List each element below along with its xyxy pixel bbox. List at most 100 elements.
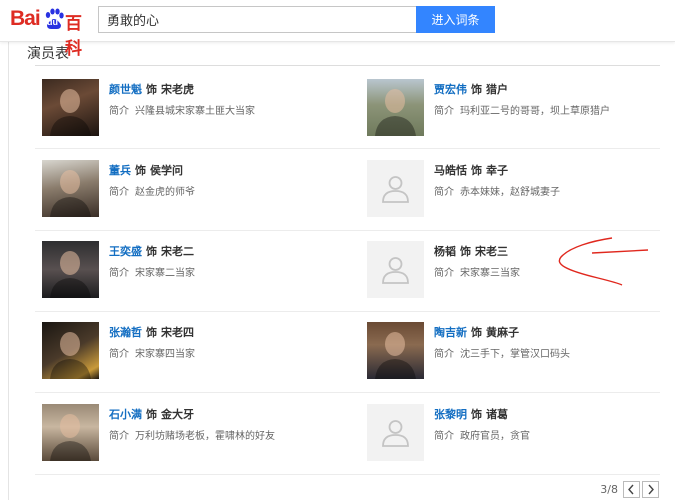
role-intro: 简介 宋家寨三当家 xyxy=(434,264,520,279)
row-divider xyxy=(35,311,660,312)
role-name: 宋老虎 xyxy=(161,83,194,96)
cast-card[interactable]: 颜世魁饰宋老虎简介 兴隆县城宋家寨土匪大当家 xyxy=(42,79,332,139)
row-divider xyxy=(35,392,660,393)
cast-card[interactable]: 张瀚哲饰宋老四 简介 宋家寨四当家 xyxy=(42,322,332,382)
intro-label: 简介 xyxy=(434,187,454,198)
role-intro: 简介 万利坊赌场老板，霍啸林的好友 xyxy=(109,427,275,442)
intro-text: 玛利亚二号的哥哥，坝上草原猎户 xyxy=(460,106,610,117)
as-label: 饰 xyxy=(146,83,157,96)
actor-name-link[interactable]: 石小满 xyxy=(109,408,142,421)
logo-baike: 百科 xyxy=(65,14,82,59)
actor-photo-figure xyxy=(50,89,91,136)
baidu-baike-logo[interactable]: Bai du 百科 xyxy=(10,6,92,59)
cast-card[interactable]: 陶吉新饰黄麻子简介 沈三手下，掌管汉口码头 xyxy=(367,322,657,382)
intro-text: 赤本妹妹，赵舒城妻子 xyxy=(460,187,560,198)
actor-photo-figure xyxy=(50,414,91,461)
actor-photo[interactable] xyxy=(42,160,99,217)
actor-name-link[interactable]: 张黎明 xyxy=(434,408,467,421)
intro-label: 简介 xyxy=(434,349,454,360)
actor-name: 杨韬 xyxy=(434,245,456,258)
actor-photo-placeholder[interactable] xyxy=(367,160,424,217)
actor-name-link[interactable]: 陶吉新 xyxy=(434,326,467,339)
actor-name-link[interactable]: 贾宏伟 xyxy=(434,83,467,96)
cast-card[interactable]: 贾宏伟饰猎户简介 玛利亚二号的哥哥，坝上草原猎户 xyxy=(367,79,657,139)
as-label: 饰 xyxy=(460,245,471,258)
as-label: 饰 xyxy=(146,326,157,339)
row-divider xyxy=(35,474,660,475)
actor-photo-figure xyxy=(50,251,91,298)
actor-name-link[interactable]: 董兵 xyxy=(109,164,131,177)
next-page-button[interactable] xyxy=(642,481,659,498)
top-bar: Bai du 百科 进入词条 xyxy=(0,0,675,59)
actor-photo[interactable] xyxy=(42,404,99,461)
role-intro: 简介 沈三手下，掌管汉口码头 xyxy=(434,345,570,360)
role-name: 宋老四 xyxy=(161,326,194,339)
cast-name-line: 张瀚哲饰宋老四 xyxy=(109,324,194,340)
cast-name-line: 陶吉新饰黄麻子 xyxy=(434,324,519,340)
cast-name-line: 颜世魁饰宋老虎 xyxy=(109,81,194,97)
intro-text: 宋家寨四当家 xyxy=(135,349,195,360)
cast-card[interactable]: 张黎明饰诸葛简介 政府官员，贪官 xyxy=(367,404,657,464)
row-divider xyxy=(35,230,660,231)
person-placeholder-icon xyxy=(382,176,409,203)
as-label: 饰 xyxy=(135,164,146,177)
enter-entry-button[interactable]: 进入词条 xyxy=(416,6,495,33)
cast-card[interactable]: 杨韬饰宋老三 简介 宋家寨三当家 xyxy=(367,241,657,301)
role-intro: 简介 宋家寨四当家 xyxy=(109,345,195,360)
intro-text: 政府官员，贪官 xyxy=(460,431,530,442)
person-placeholder-icon xyxy=(382,257,409,284)
role-name: 侯学问 xyxy=(150,164,183,177)
logo-bai: Bai xyxy=(10,7,41,30)
pager: 3/8 xyxy=(560,481,660,499)
actor-photo-placeholder[interactable] xyxy=(367,241,424,298)
role-intro: 简介 宋家寨二当家 xyxy=(109,264,195,279)
section-title: 演员表 xyxy=(27,46,69,62)
actor-photo-figure xyxy=(50,170,91,217)
intro-label: 简介 xyxy=(109,431,129,442)
intro-label: 简介 xyxy=(109,268,129,279)
actor-photo[interactable] xyxy=(42,241,99,298)
role-intro: 简介 兴隆县城宋家寨土匪大当家 xyxy=(109,102,255,117)
actor-name-link[interactable]: 张瀚哲 xyxy=(109,326,142,339)
intro-text: 宋家寨二当家 xyxy=(135,268,195,279)
intro-label: 简介 xyxy=(109,349,129,360)
actor-name-link[interactable]: 颜世魁 xyxy=(109,83,142,96)
actor-photo[interactable] xyxy=(367,79,424,136)
role-intro: 简介 赤本妹妹，赵舒城妻子 xyxy=(434,183,560,198)
actor-name: 马皓恬 xyxy=(434,164,467,177)
actor-photo-figure xyxy=(375,89,416,136)
role-name: 宋老三 xyxy=(475,245,508,258)
cast-card[interactable]: 董兵饰侯学问简介 赵金虎的师爷 xyxy=(42,160,332,220)
cast-name-line: 贾宏伟饰猎户 xyxy=(434,81,508,97)
intro-label: 简介 xyxy=(434,431,454,442)
search-input[interactable] xyxy=(98,6,416,33)
role-name: 金大牙 xyxy=(161,408,194,421)
prev-page-button[interactable] xyxy=(623,481,640,498)
intro-label: 简介 xyxy=(434,268,454,279)
cast-card[interactable]: 马皓恬饰幸子 简介 赤本妹妹，赵舒城妻子 xyxy=(367,160,657,220)
actor-photo[interactable] xyxy=(42,79,99,136)
role-intro: 简介 玛利亚二号的哥哥，坝上草原猎户 xyxy=(434,102,610,117)
role-name: 宋老二 xyxy=(161,245,194,258)
role-name: 猎户 xyxy=(486,83,508,96)
role-name: 幸子 xyxy=(486,164,508,177)
intro-text: 兴隆县城宋家寨土匪大当家 xyxy=(135,106,255,117)
cast-card[interactable]: 王奕盛饰宋老二 简介 宋家寨二当家 xyxy=(42,241,332,301)
role-name: 诸葛 xyxy=(486,408,508,421)
chevron-right-icon xyxy=(648,484,654,495)
actor-photo[interactable] xyxy=(367,322,424,379)
actor-photo[interactable] xyxy=(42,322,99,379)
role-intro: 简介 赵金虎的师爷 xyxy=(109,183,195,198)
as-label: 饰 xyxy=(146,408,157,421)
role-name: 黄麻子 xyxy=(486,326,519,339)
cast-name-line: 杨韬饰宋老三 xyxy=(434,243,508,259)
actor-photo-figure xyxy=(375,332,416,379)
as-label: 饰 xyxy=(471,408,482,421)
actor-photo-placeholder[interactable] xyxy=(367,404,424,461)
intro-text: 万利坊赌场老板，霍啸林的好友 xyxy=(135,431,275,442)
cast-name-line: 王奕盛饰宋老二 xyxy=(109,243,194,259)
cast-card[interactable]: 石小满饰金大牙简介 万利坊赌场老板，霍啸林的好友 xyxy=(42,404,332,464)
actor-name-link[interactable]: 王奕盛 xyxy=(109,245,142,258)
intro-label: 简介 xyxy=(109,187,129,198)
row-divider xyxy=(35,148,660,149)
